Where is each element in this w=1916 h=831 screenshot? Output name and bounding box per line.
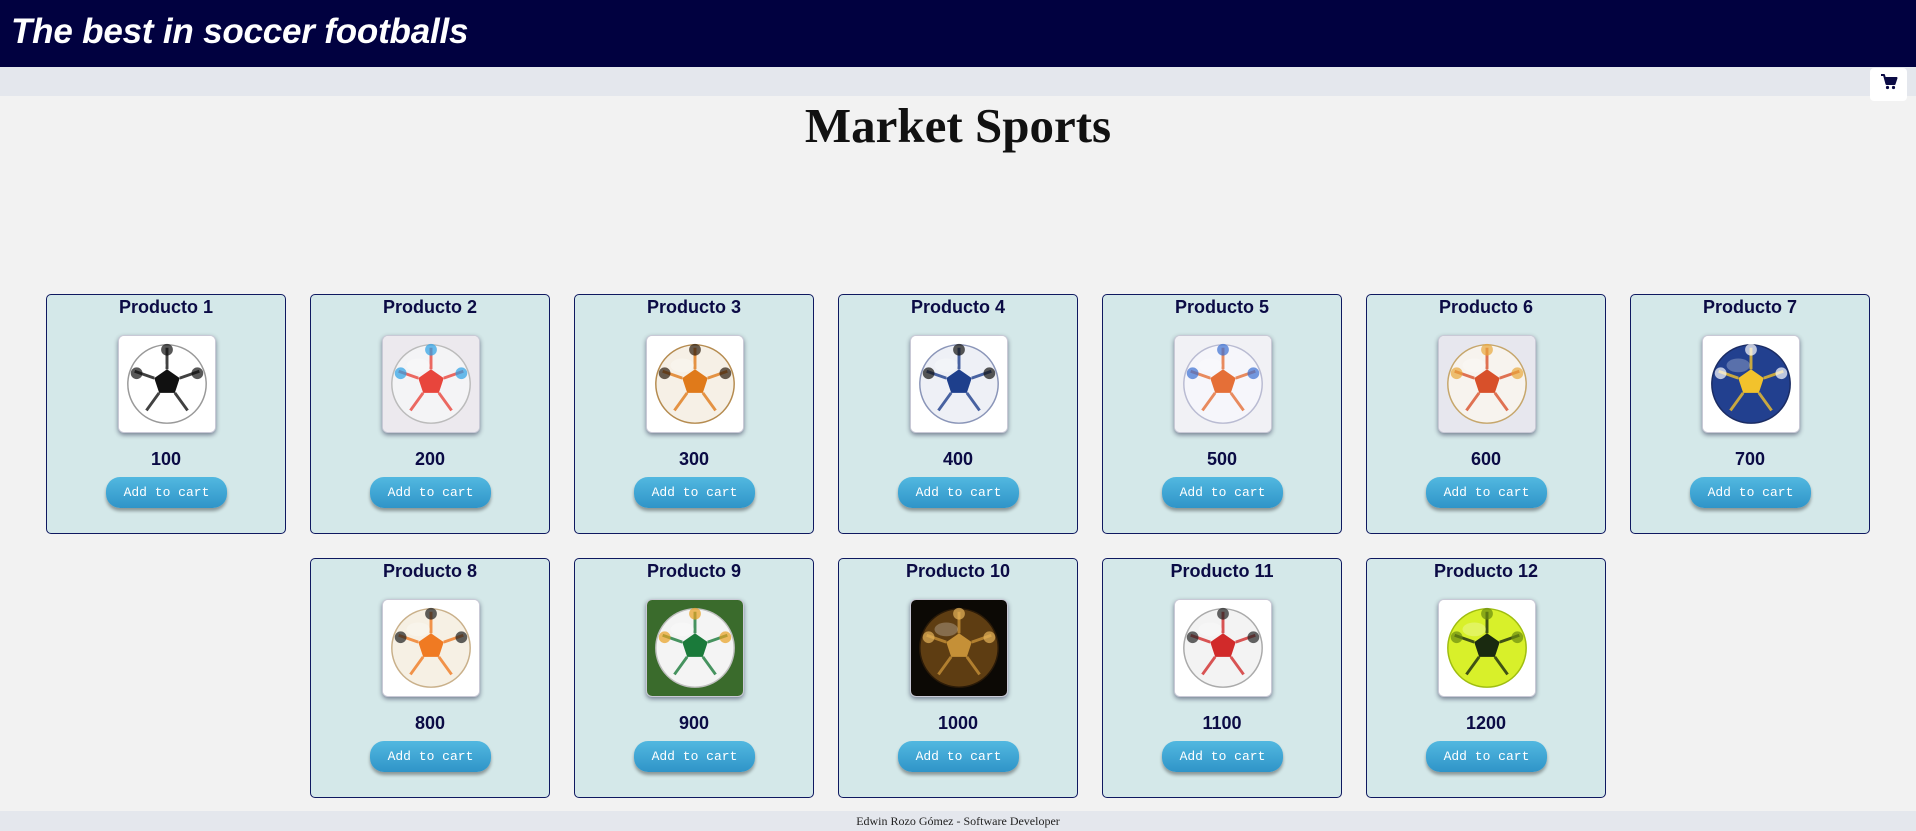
add-to-cart-button[interactable]: Add to cart	[106, 477, 227, 508]
product-name: Producto 4	[910, 297, 1005, 317]
add-to-cart-button[interactable]: Add to cart	[898, 477, 1019, 508]
product-card: Producto 9 900 Add to cart	[574, 558, 814, 798]
product-name: Producto 6	[1438, 297, 1533, 317]
product-name: Producto 9	[646, 561, 741, 581]
product-image	[1174, 335, 1272, 433]
product-image	[910, 335, 1008, 433]
product-image	[382, 599, 480, 697]
product-name: Producto 12	[1433, 561, 1539, 581]
add-to-cart-button[interactable]: Add to cart	[1162, 477, 1283, 508]
product-card: Producto 5 500 Add to cart	[1102, 294, 1342, 534]
footer: Edwin Rozo Gómez - Software Developer	[0, 811, 1916, 831]
product-image	[1438, 599, 1536, 697]
product-image	[1438, 335, 1536, 433]
product-grid: Producto 1 100 Add to cart Producto 2 20…	[0, 0, 1916, 831]
product-price: 900	[678, 713, 710, 733]
product-image	[646, 335, 744, 433]
add-to-cart-button[interactable]: Add to cart	[898, 741, 1019, 772]
product-name: Producto 3	[646, 297, 741, 317]
add-to-cart-button[interactable]: Add to cart	[1426, 477, 1547, 508]
product-name: Producto 11	[1170, 561, 1274, 581]
add-to-cart-button[interactable]: Add to cart	[634, 477, 755, 508]
product-image	[118, 335, 216, 433]
add-to-cart-button[interactable]: Add to cart	[1690, 477, 1811, 508]
product-price: 100	[150, 449, 182, 469]
add-to-cart-button[interactable]: Add to cart	[1426, 741, 1547, 772]
product-card: Producto 6 600 Add to cart	[1366, 294, 1606, 534]
product-name: Producto 5	[1174, 297, 1269, 317]
product-price: 300	[678, 449, 710, 469]
product-image	[1702, 335, 1800, 433]
add-to-cart-button[interactable]: Add to cart	[634, 741, 755, 772]
product-image	[382, 335, 480, 433]
product-price: 800	[414, 713, 446, 733]
product-name: Producto 10	[905, 561, 1011, 581]
product-price: 600	[1470, 449, 1502, 469]
product-price: 400	[942, 449, 974, 469]
product-image	[910, 599, 1008, 697]
product-price: 1100	[1202, 713, 1242, 733]
product-card: Producto 4 400 Add to cart	[838, 294, 1078, 534]
product-card: Producto 7 700 Add to cart	[1630, 294, 1870, 534]
product-price: 200	[414, 449, 446, 469]
product-card: Producto 2 200 Add to cart	[310, 294, 550, 534]
add-to-cart-button[interactable]: Add to cart	[1162, 741, 1283, 772]
add-to-cart-button[interactable]: Add to cart	[370, 477, 491, 508]
product-card: Producto 11 1100 Add to cart	[1102, 558, 1342, 798]
product-price: 1200	[1465, 713, 1507, 733]
product-card: Producto 8 800 Add to cart	[310, 558, 550, 798]
product-price: 700	[1734, 449, 1766, 469]
product-name: Producto 7	[1702, 297, 1797, 317]
add-to-cart-button[interactable]: Add to cart	[370, 741, 491, 772]
product-price: 1000	[937, 713, 979, 733]
product-name: Producto 2	[382, 297, 477, 317]
product-name: Producto 8	[382, 561, 477, 581]
product-card: Producto 3 300 Add to cart	[574, 294, 814, 534]
product-card: Producto 12 1200 Add to cart	[1366, 558, 1606, 798]
product-card: Producto 10 1000 Add to cart	[838, 558, 1078, 798]
product-name: Producto 1	[118, 297, 213, 317]
product-price: 500	[1206, 449, 1238, 469]
product-card: Producto 1 100 Add to cart	[46, 294, 286, 534]
product-image	[646, 599, 744, 697]
product-image	[1174, 599, 1272, 697]
